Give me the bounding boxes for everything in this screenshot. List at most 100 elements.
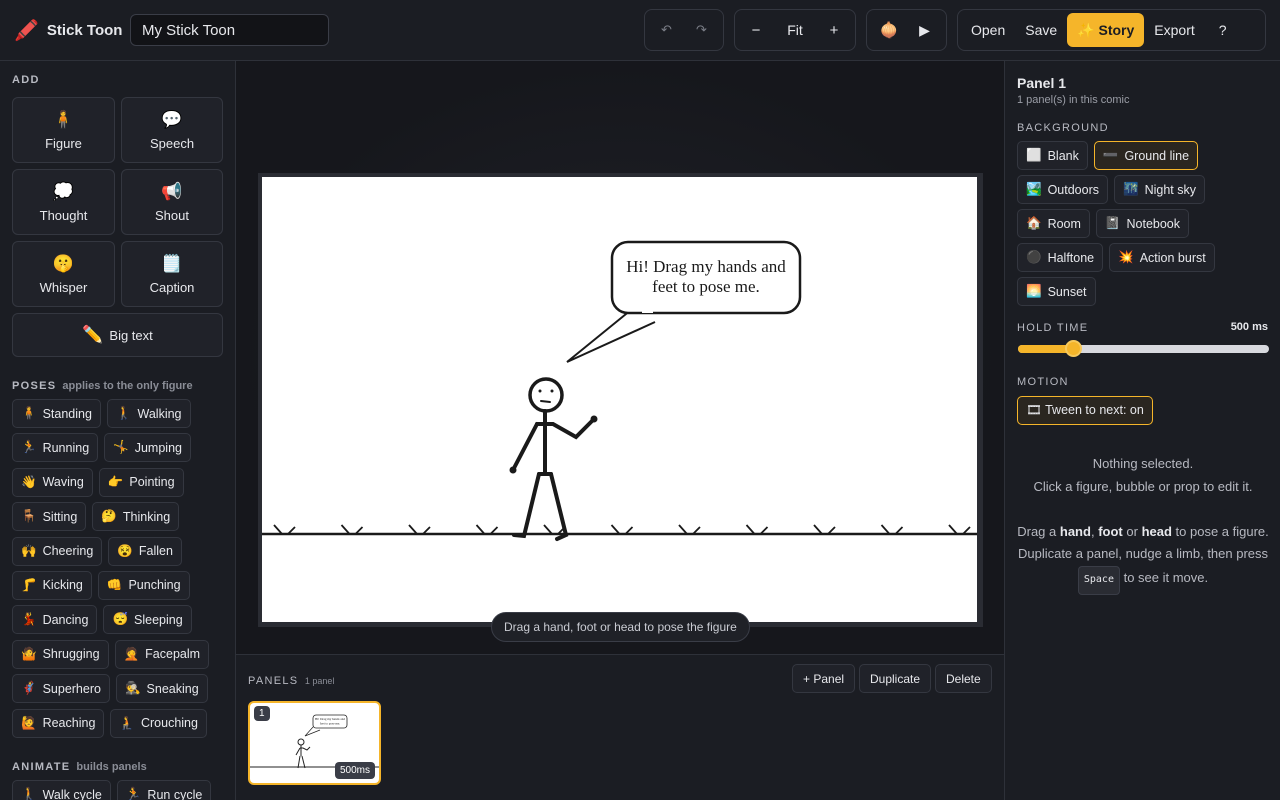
pose-dancing[interactable]: 💃 Dancing — [12, 605, 98, 635]
pose-facepalm[interactable]: 🤦 Facepalm — [114, 639, 210, 669]
pose-sneaking[interactable]: 🕵️ Sneaking — [115, 674, 208, 704]
animate-help: Duplicate a panel, nudge a limb, then pr… — [1017, 543, 1269, 595]
figure-hand-right[interactable] — [590, 415, 598, 423]
comic-panel-canvas[interactable]: Hi! Drag my hands and feet to pose me. — [262, 177, 977, 622]
pose-punching[interactable]: 👊 Punching — [97, 570, 190, 600]
delete-panel-button[interactable]: Delete — [935, 664, 992, 693]
background-halftone[interactable]: ⚫ Halftone — [1017, 243, 1104, 272]
pose-fallen[interactable]: 😵 Fallen — [108, 536, 182, 566]
file-group: Open Save ✨ Story Export ? — [957, 9, 1266, 51]
animate-run-cycle[interactable]: 🏃 Run cycle — [116, 780, 212, 800]
zoom-in-button[interactable]: + — [817, 13, 851, 47]
big-text-button[interactable]: ✏️ Big text — [12, 313, 223, 357]
background-outdoors[interactable]: 🏞️ Outdoors — [1017, 175, 1108, 204]
pose-jumping[interactable]: 🤸 Jumping — [104, 433, 191, 463]
add-speech-button[interactable]: 💬 Speech — [121, 97, 223, 163]
crayon-logo-icon: 🖍️ — [14, 20, 39, 42]
reaching-icon: 🙋 — [21, 715, 37, 730]
background-label: Night sky — [1144, 182, 1196, 197]
help-button[interactable]: ? — [1205, 13, 1241, 47]
pose-label: Dancing — [42, 612, 89, 627]
zoom-group: − Fit + — [734, 9, 856, 51]
pose-label: Reaching — [42, 716, 96, 731]
ground-line — [262, 524, 977, 536]
background-night-sky[interactable]: 🌃 Night sky — [1114, 175, 1205, 204]
add-panel-button[interactable]: + Panel — [792, 664, 856, 693]
pose-label: Superhero — [42, 681, 101, 696]
shrugging-icon: 🤷 — [21, 646, 37, 661]
pose-sitting[interactable]: 🪑 Sitting — [12, 502, 87, 532]
add-thought-button[interactable]: 💭 Thought — [12, 169, 115, 235]
onion-skin-icon[interactable]: 🧅 — [871, 13, 907, 47]
background-blank[interactable]: ⬜ Blank — [1017, 141, 1088, 170]
pose-label: Fallen — [138, 544, 173, 559]
background-room[interactable]: 🏠 Room — [1017, 209, 1090, 238]
pose-cheering[interactable]: 🙌 Cheering — [12, 536, 103, 566]
undo-button[interactable]: ↶ — [649, 13, 684, 47]
background-options: ⬜ Blank ➖ Ground line 🏞️ Outdoors 🌃 Night sky 🏠 R… — [1017, 141, 1269, 306]
speech-bubble[interactable]: Hi! Drag my hands and feet to pose me. — [566, 240, 802, 363]
redo-button[interactable]: ↷ — [684, 13, 719, 47]
pose-crouching[interactable]: 🧎 Crouching — [110, 708, 207, 738]
pose-sleeping[interactable]: 😴 Sleeping — [103, 605, 192, 635]
pose-pointing[interactable]: 👉 Pointing — [98, 467, 184, 497]
export-button[interactable]: Export — [1144, 13, 1204, 47]
pose-label: Walking — [137, 406, 182, 421]
add-item-label: Speech — [149, 135, 195, 151]
zoom-fit-button[interactable]: Fit — [773, 13, 817, 47]
pose-thinking[interactable]: 🤔 Thinking — [92, 502, 180, 532]
pose-superhero[interactable]: 🦸 Superhero — [12, 674, 110, 704]
background-ground-line[interactable]: ➖ Ground line — [1093, 141, 1199, 170]
sleeping-icon: 😴 — [112, 612, 129, 627]
tween-toggle[interactable]: 🎞 Tween to next: on — [1017, 396, 1153, 425]
left-sidebar: ADD 🧍 Figure 💬 Speech 💭 Thought 📢 Shout 🤫 Whisper… — [0, 61, 236, 800]
background-action-burst[interactable]: 💥 Action burst — [1109, 243, 1215, 272]
figure-hand-left[interactable] — [509, 466, 517, 474]
thumb-speech-1: Hi! Drag my hands and — [315, 717, 345, 721]
pose-standing[interactable]: 🧍 Standing — [12, 399, 101, 428]
pose-shrugging[interactable]: 🤷 Shrugging — [12, 639, 109, 669]
action-burst-icon: 💥 — [1118, 250, 1134, 264]
dancing-icon: 💃 — [21, 612, 37, 627]
panel-thumbnail[interactable]: Hi! Drag my hands and feet to pose me. 1… — [248, 701, 381, 785]
background-sunset[interactable]: 🌅 Sunset — [1017, 277, 1096, 306]
open-button[interactable]: Open — [961, 13, 1015, 47]
fallen-icon: 😵 — [117, 543, 133, 558]
app-name: Stick Toon — [46, 22, 123, 39]
comic-title-input[interactable] — [130, 14, 329, 46]
kicking-icon: 🦵 — [21, 577, 37, 592]
pose-waving[interactable]: 👋 Waving — [12, 467, 93, 497]
pose-running[interactable]: 🏃 Running — [12, 433, 99, 463]
whisper-icon: 🤫 — [52, 253, 75, 273]
caption-icon: 🗒️ — [161, 253, 183, 273]
facepalm-icon: 🤦 — [123, 646, 140, 661]
pose-walking[interactable]: 🚶 Walking — [106, 399, 191, 428]
story-button[interactable]: ✨ Story — [1067, 13, 1145, 47]
nothing-selected-hint: Click a figure, bubble or prop to edit i… — [1033, 478, 1253, 494]
play-icon[interactable]: ▶ — [907, 13, 942, 47]
hold-time-knob[interactable] — [1065, 340, 1083, 357]
pose-label: Cheering — [42, 544, 94, 559]
speech-line-2: feet to pose me. — [652, 277, 760, 296]
pointing-icon: 👉 — [107, 474, 124, 489]
background-notebook[interactable]: 📓 Notebook — [1095, 209, 1190, 238]
add-whisper-button[interactable]: 🤫 Whisper — [12, 241, 115, 307]
zoom-out-button[interactable]: − — [739, 13, 773, 47]
background-label: Sunset — [1047, 284, 1087, 299]
room-icon: 🏠 — [1026, 216, 1042, 230]
pose-reaching[interactable]: 🙋 Reaching — [12, 708, 105, 738]
thought-icon: 💭 — [52, 181, 75, 201]
add-figure-button[interactable]: 🧍 Figure — [12, 97, 115, 163]
background-label: Ground line — [1124, 148, 1190, 163]
ground-line-icon: ➖ — [1102, 148, 1119, 162]
big-text-label: Big text — [109, 327, 153, 343]
add-caption-button[interactable]: 🗒️ Caption — [121, 241, 223, 307]
hold-time-slider[interactable] — [1018, 340, 1269, 357]
animate-walk-cycle[interactable]: 🚶 Walk cycle — [12, 780, 111, 800]
pose-kicking[interactable]: 🦵 Kicking — [12, 570, 92, 600]
duplicate-panel-button[interactable]: Duplicate — [859, 664, 932, 693]
save-button[interactable]: Save — [1015, 13, 1067, 47]
add-shout-button[interactable]: 📢 Shout — [121, 169, 223, 235]
figure-head[interactable] — [528, 377, 564, 413]
stick-figure[interactable] — [509, 377, 598, 541]
